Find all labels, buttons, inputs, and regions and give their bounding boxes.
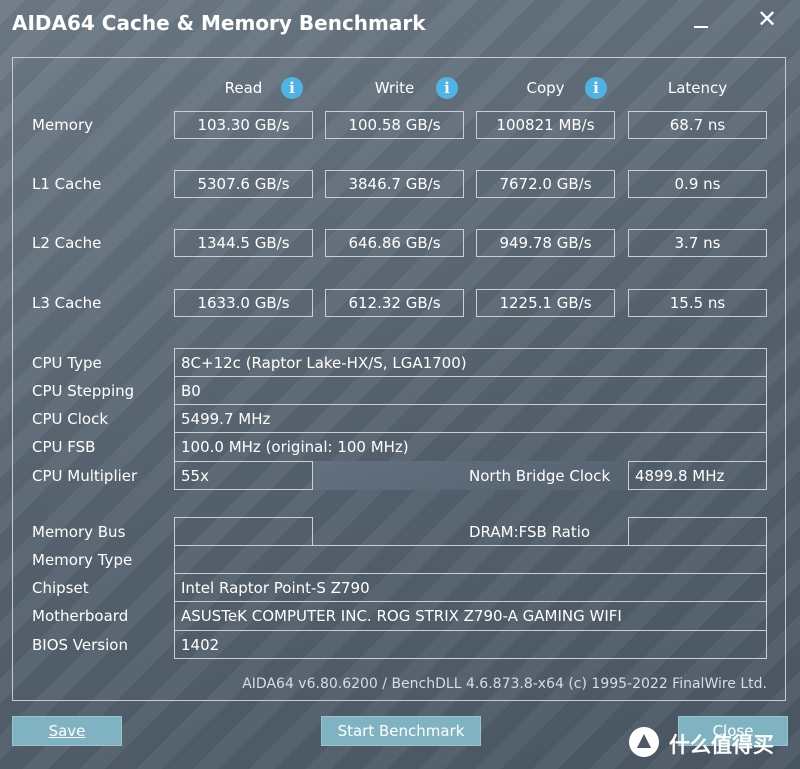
cpu-info-divider [174,376,767,377]
memory-latency-value: 68.7 ns [628,111,767,139]
board-info-divider [174,601,767,602]
cpu-info-divider [174,404,767,405]
cpu-type-label: CPU Type [32,354,102,372]
chipset-value: Intel Raptor Point-S Z790 [181,579,370,597]
l1-read-value: 5307.6 GB/s [174,170,313,198]
north-bridge-clock-label: North Bridge Clock [469,467,611,485]
cpu-clock-value: 5499.7 MHz [181,410,271,428]
cpu-fsb-value: 100.0 MHz (original: 100 MHz) [181,438,409,456]
footer-version-text: AIDA64 v6.80.6200 / BenchDLL 4.6.873.8-x… [242,676,767,692]
watermark-text: 什么值得买 [669,733,774,757]
save-button-label: Save [48,722,86,740]
cpu-multiplier-label: CPU Multiplier [32,467,138,485]
dram-fsb-ratio-field [628,517,767,546]
close-window-button[interactable]: ✕ [754,6,780,32]
cpu-clock-label: CPU Clock [32,410,109,428]
memory-bus-label: Memory Bus [32,523,126,541]
dram-fsb-ratio-label: DRAM:FSB Ratio [469,523,591,541]
l1-latency-value: 0.9 ns [628,170,767,198]
write-info-icon[interactable]: i [436,77,458,99]
memory-read-value: 103.30 GB/s [174,111,313,139]
l2-copy-value: 949.78 GB/s [476,229,615,257]
start-benchmark-button[interactable]: Start Benchmark [321,716,481,746]
row-label-l2-cache: L2 Cache [32,234,102,252]
memory-copy-value: 100821 MB/s [476,111,615,139]
l1-copy-value: 7672.0 GB/s [476,170,615,198]
bios-version-value: 1402 [181,636,220,654]
board-info-divider [174,573,767,574]
l2-latency-value: 3.7 ns [628,229,767,257]
watermark-logo-icon [629,727,659,757]
save-button[interactable]: Save [12,716,122,746]
l3-read-value: 1633.0 GB/s [174,289,313,317]
l3-write-value: 612.32 GB/s [325,289,464,317]
cpu-stepping-label: CPU Stepping [32,382,135,400]
memory-bus-field [174,517,313,546]
watermark: 什么值得买 [629,727,800,757]
motherboard-value: ASUSTeK COMPUTER INC. ROG STRIX Z790-A G… [181,607,622,625]
l3-latency-value: 15.5 ns [628,289,767,317]
cpu-type-value: 8C+12c (Raptor Lake-HX/S, LGA1700) [181,354,467,372]
row-label-l1-cache: L1 Cache [32,175,102,193]
cpu-multiplier-value: 55x [181,467,209,485]
minimize-button[interactable] [694,26,708,28]
board-info-divider [174,630,767,631]
bios-version-label: BIOS Version [32,636,128,654]
memory-write-value: 100.58 GB/s [325,111,464,139]
row-label-memory: Memory [32,116,94,134]
l2-write-value: 646.86 GB/s [325,229,464,257]
read-info-icon[interactable]: i [281,77,303,99]
north-bridge-clock-value: 4899.8 MHz [635,467,725,485]
l1-write-value: 3846.7 GB/s [325,170,464,198]
l2-read-value: 1344.5 GB/s [174,229,313,257]
column-header-latency: Latency [667,79,728,97]
l3-copy-value: 1225.1 GB/s [476,289,615,317]
window-title: AIDA64 Cache & Memory Benchmark [12,11,426,35]
cpu-stepping-value: B0 [181,382,201,400]
title-bar: AIDA64 Cache & Memory Benchmark ✕ [0,0,800,52]
chipset-label: Chipset [32,579,89,597]
cpu-info-divider [174,432,767,433]
row-label-l3-cache: L3 Cache [32,294,102,312]
memory-type-label: Memory Type [32,551,133,569]
copy-info-icon[interactable]: i [585,77,607,99]
cpu-fsb-label: CPU FSB [32,438,96,456]
board-info-box [174,545,767,659]
motherboard-label: Motherboard [32,607,129,625]
